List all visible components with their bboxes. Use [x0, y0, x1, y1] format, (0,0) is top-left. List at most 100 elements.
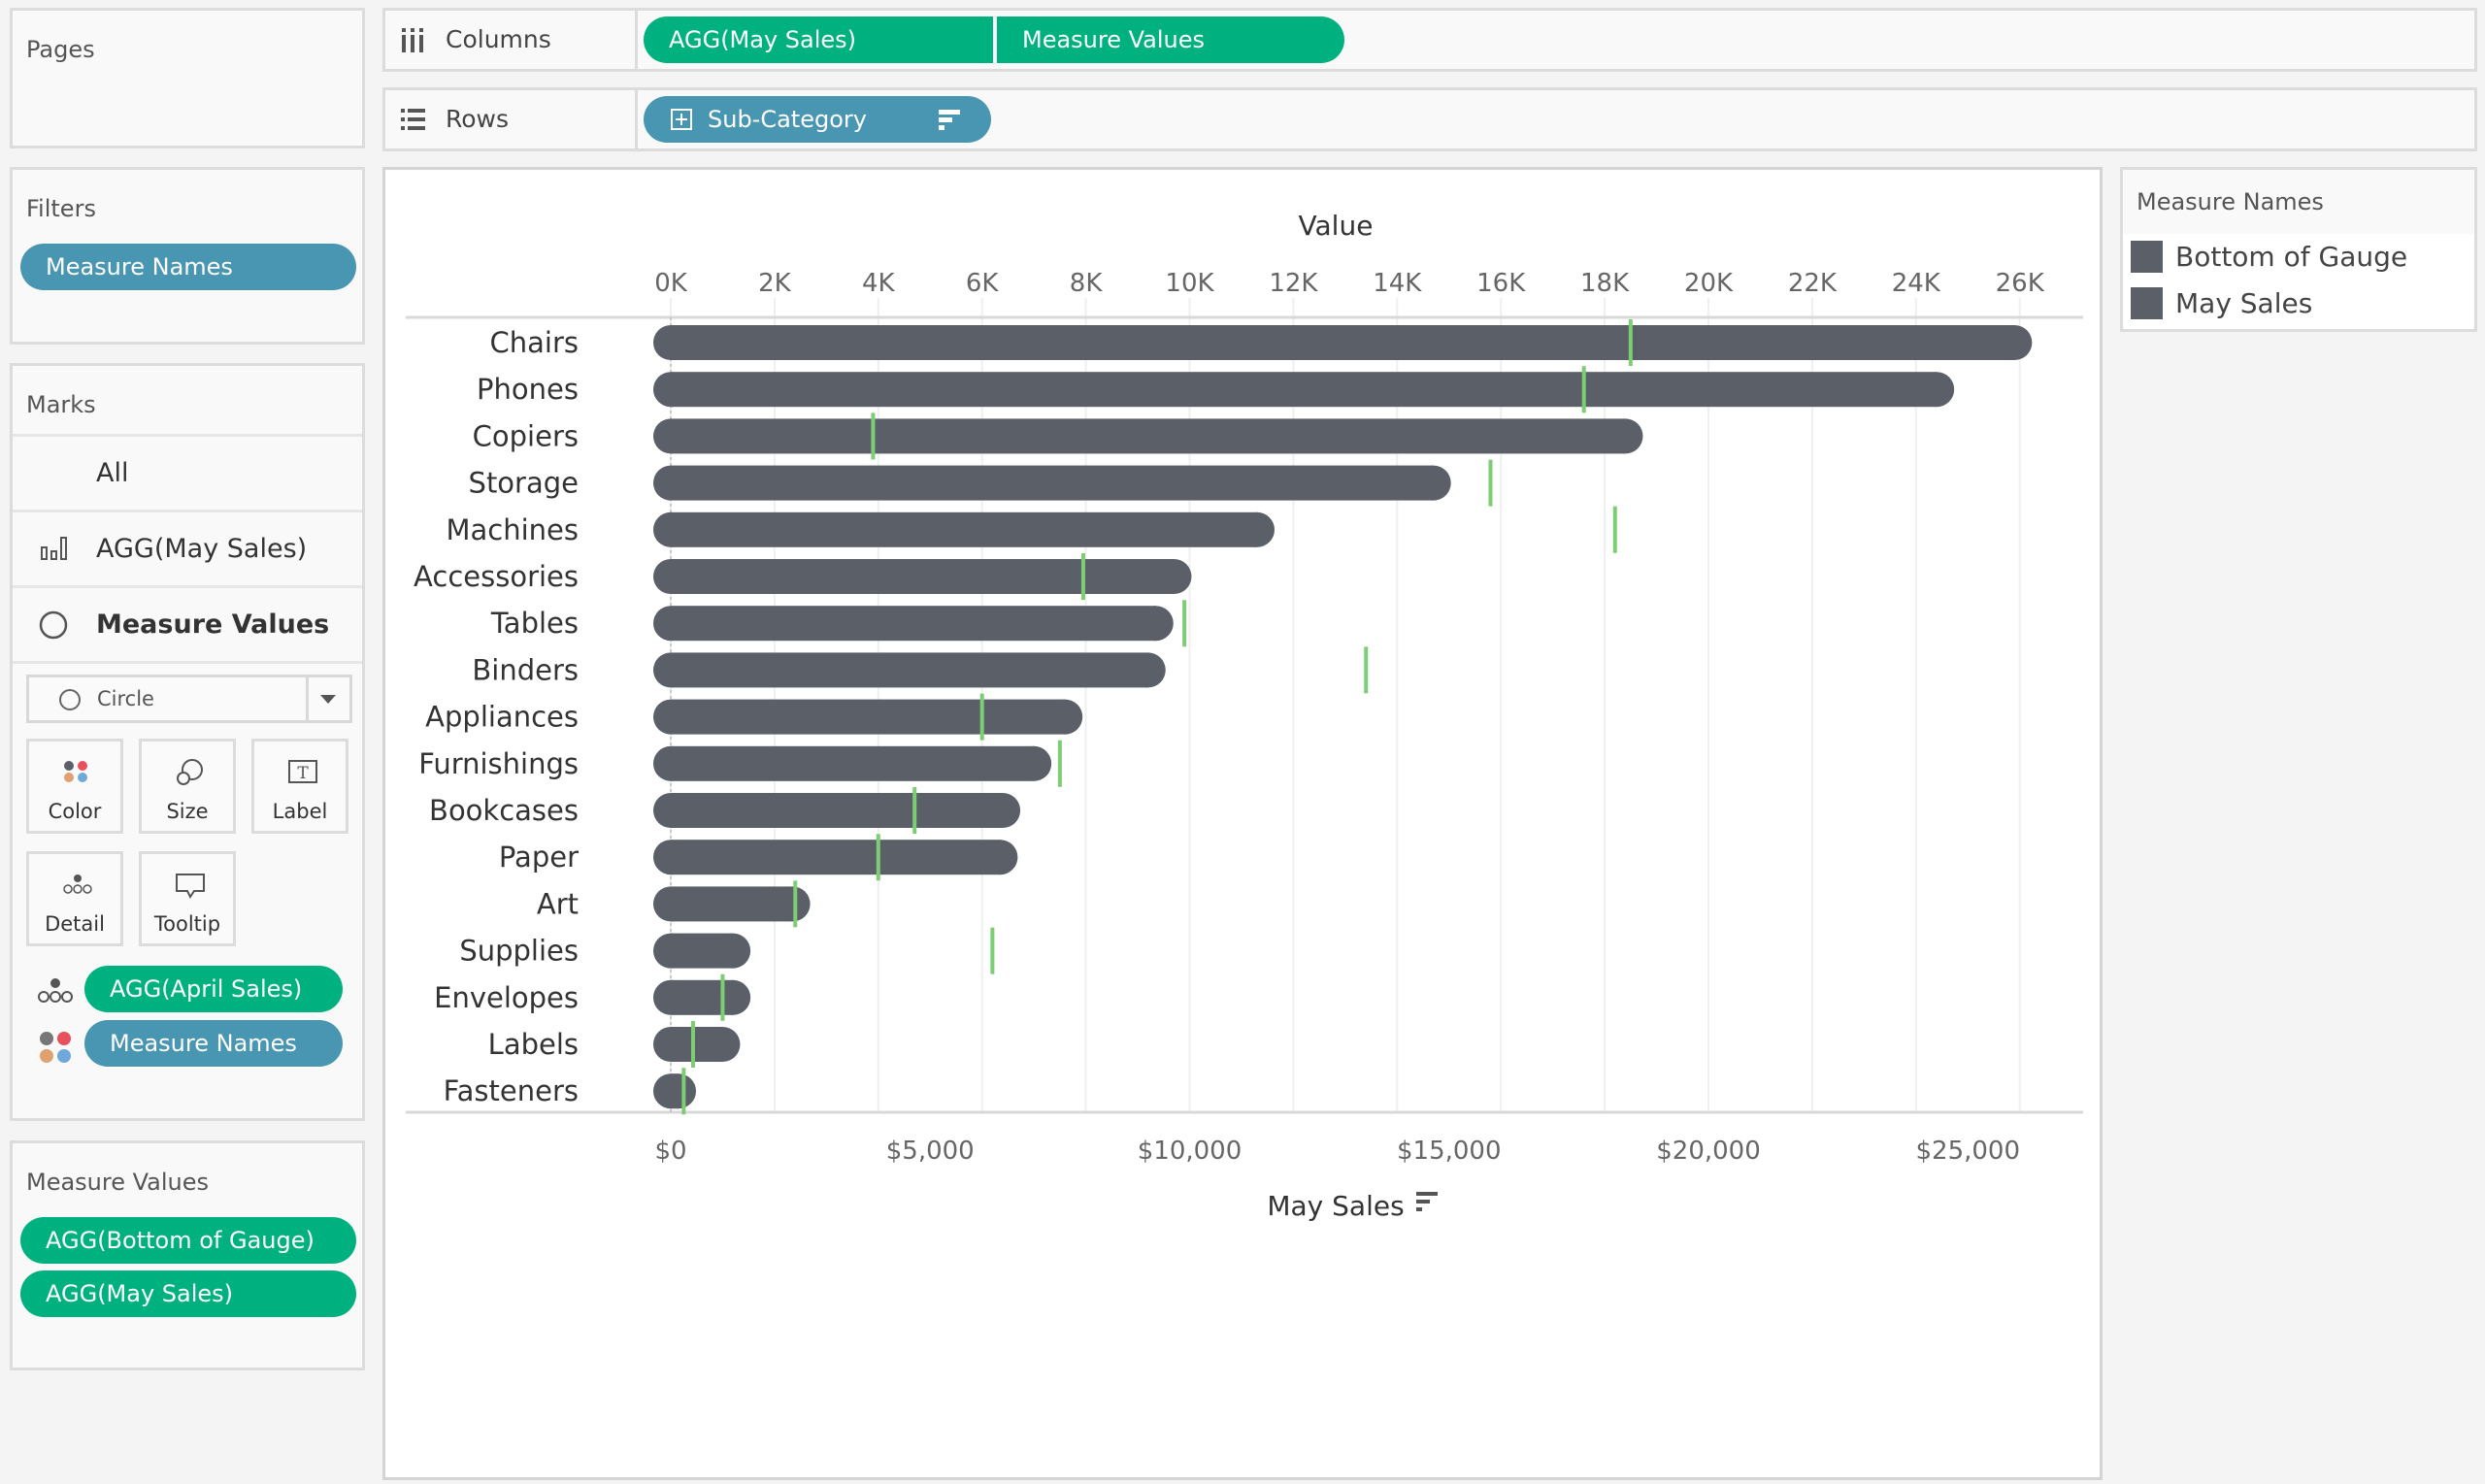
may-sales-circle — [1156, 559, 1192, 594]
top-axis-tick: 18K — [1580, 269, 1630, 298]
bottom-axis-tick: $25,000 — [1915, 1137, 2020, 1166]
category-label: Bookcases — [429, 794, 579, 827]
pages-card: Pages — [10, 8, 365, 148]
marks-title: Marks — [26, 391, 96, 418]
text-label-icon: T — [288, 760, 317, 783]
category-label: Appliances — [425, 701, 579, 734]
marks-card-all[interactable]: All — [13, 434, 362, 510]
bottom-of-gauge-circle — [653, 325, 688, 360]
bottom-axis-tick: $5,000 — [886, 1137, 975, 1166]
may-sales-circle — [1997, 325, 2033, 360]
color-button[interactable]: Color — [26, 739, 123, 834]
columns-shelf[interactable]: Columns AGG(May Sales) Measure Values — [382, 8, 2477, 72]
legend-item-may-sales[interactable]: May Sales — [2123, 280, 2474, 327]
top-axis-tick: 12K — [1269, 269, 1318, 298]
marks-pill-measure-names[interactable]: Measure Names — [84, 1020, 343, 1067]
legend-label: Bottom of Gauge — [2175, 241, 2408, 273]
bottom-of-gauge-circle — [653, 418, 688, 454]
mark-type-value: Circle — [97, 687, 154, 710]
filter-pill-measure-names[interactable]: Measure Names — [20, 244, 356, 290]
rows-icon — [401, 109, 425, 130]
top-axis-tick: 6K — [966, 269, 1000, 298]
bottom-of-gauge-circle — [653, 745, 688, 781]
label-label: Label — [272, 800, 328, 823]
top-axis-tick: 22K — [1788, 269, 1838, 298]
may-sales-bar — [671, 465, 1434, 501]
marks-measure-values-label: Measure Values — [96, 610, 330, 640]
legend-title: Measure Names — [2123, 170, 2474, 234]
bottom-of-gauge-circle — [653, 606, 688, 642]
tooltip-label: Tooltip — [153, 912, 221, 936]
marks-may-sales-label: AGG(May Sales) — [96, 534, 308, 564]
bottom-of-gauge-circle — [653, 979, 688, 1015]
detail-label: Detail — [45, 912, 105, 936]
may-sales-circle — [982, 840, 1018, 875]
size-label: Size — [166, 800, 209, 823]
top-axis-tick: 14K — [1373, 269, 1422, 298]
color-icon — [64, 761, 87, 782]
may-sales-circle — [1016, 745, 1052, 781]
bar-chart: Value 0K 2K 4K 6K 8K 10K 12K 14K 16K 18K 20K 22K 24K 2… — [406, 210, 2083, 1222]
bottom-of-gauge-circle — [653, 886, 688, 922]
marks-all-label: All — [96, 458, 129, 488]
detail-button[interactable]: Detail — [26, 851, 123, 946]
rows-shelf[interactable]: Rows Sub-Category — [382, 87, 2477, 151]
label-button[interactable]: T Label — [251, 739, 348, 834]
measure-values-pill-may-sales[interactable]: AGG(May Sales) — [20, 1270, 356, 1317]
may-sales-circle — [1130, 652, 1166, 688]
bottom-of-gauge-circle — [653, 699, 688, 735]
marks-pill-april-sales[interactable]: AGG(April Sales) — [84, 966, 343, 1012]
may-sales-bar — [671, 606, 1156, 642]
may-sales-bar — [671, 418, 1626, 454]
bottom-axis-title: May Sales — [1267, 1190, 1404, 1222]
circle-icon — [59, 689, 81, 710]
bottom-of-gauge-circle — [653, 793, 688, 828]
detail-icon — [63, 874, 92, 894]
top-axis-tick: 10K — [1165, 269, 1214, 298]
may-sales-circle — [1415, 465, 1451, 501]
filters-card: Filters Measure Names — [10, 167, 365, 345]
may-sales-bar — [671, 325, 2015, 360]
columns-pill-measure-values[interactable]: Measure Values — [997, 16, 1344, 63]
bottom-of-gauge-circle — [653, 559, 688, 594]
may-sales-circle — [1239, 511, 1275, 547]
sort-icon[interactable] — [1416, 1192, 1438, 1211]
bottom-of-gauge-circle — [653, 933, 688, 969]
svg-text:T: T — [297, 764, 309, 783]
rows-pill-sub-category[interactable]: Sub-Category — [644, 96, 991, 143]
marks-card-may-sales[interactable]: AGG(May Sales) — [13, 510, 362, 585]
rows-label: Rows — [446, 105, 510, 133]
legend-label: May Sales — [2175, 287, 2313, 319]
category-label: Chairs — [490, 326, 580, 359]
columns-pill-may-sales[interactable]: AGG(May Sales) — [644, 16, 993, 63]
expand-plus-icon — [671, 109, 692, 130]
bottom-of-gauge-circle — [653, 840, 688, 875]
top-axis-tick: 26K — [1996, 269, 2045, 298]
measure-values-pill-bottom-of-gauge[interactable]: AGG(Bottom of Gauge) — [20, 1217, 356, 1264]
legend-swatch — [2131, 241, 2163, 273]
may-sales-bar — [671, 372, 1938, 408]
columns-label: Columns — [446, 25, 551, 53]
bottom-axis-tick: $15,000 — [1397, 1137, 1502, 1166]
marks-card-measure-values[interactable]: Measure Values — [13, 585, 362, 661]
circle-icon — [39, 610, 68, 640]
tooltip-button[interactable]: Tooltip — [139, 851, 236, 946]
top-axis-title: Value — [1299, 210, 1374, 242]
bottom-of-gauge-circle — [653, 372, 688, 408]
legend-item-bottom-of-gauge[interactable]: Bottom of Gauge — [2123, 234, 2474, 280]
category-label: Fasteners — [444, 1074, 579, 1107]
category-label: Copiers — [473, 419, 579, 452]
may-sales-circle — [775, 886, 811, 922]
marks-card: Marks All AGG(May Sales) Measure Values … — [10, 363, 365, 1121]
category-label: Supplies — [459, 935, 579, 968]
category-label: Art — [537, 887, 579, 920]
may-sales-bar — [671, 559, 1175, 594]
category-label: Furnishings — [418, 747, 579, 780]
legend-swatch — [2131, 287, 2163, 319]
mark-type-dropdown[interactable]: Circle — [26, 675, 352, 723]
chevron-down-icon — [306, 677, 349, 720]
category-label: Labels — [488, 1028, 579, 1061]
size-button[interactable]: Size — [139, 739, 236, 834]
may-sales-bar — [671, 652, 1148, 688]
columns-icon — [402, 28, 423, 52]
